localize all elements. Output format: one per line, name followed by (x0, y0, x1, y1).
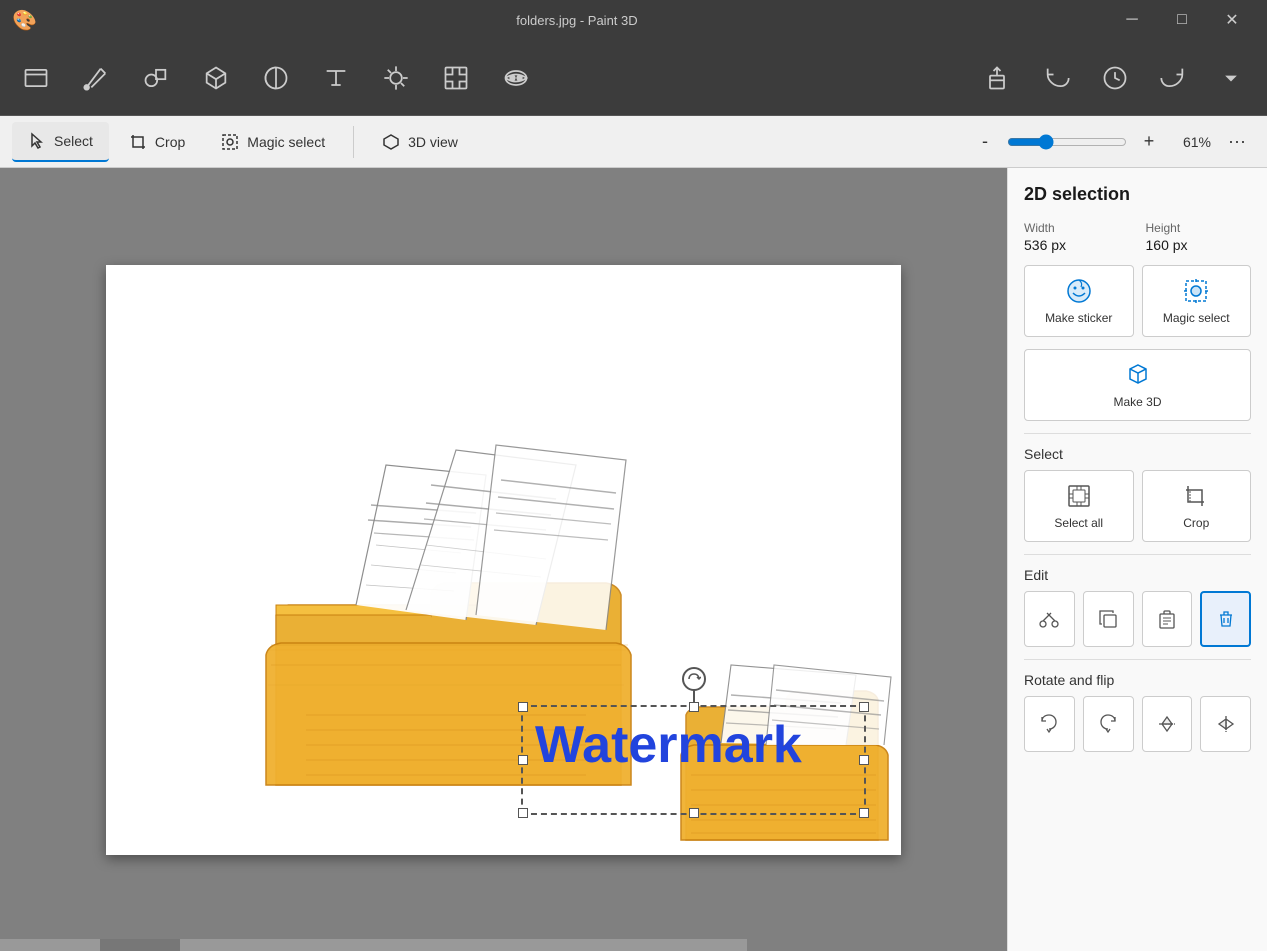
open-button[interactable] (8, 48, 64, 108)
rotate-handle[interactable] (682, 667, 706, 691)
paste-button[interactable] (1142, 591, 1193, 647)
height-value: 160 px (1146, 237, 1252, 253)
3d-view-label: 3D view (408, 134, 458, 150)
rotate-section-label: Rotate and flip (1024, 672, 1251, 688)
rotate-grid (1024, 696, 1251, 752)
edit-section-label: Edit (1024, 567, 1251, 583)
more-options-button[interactable]: ··· (1219, 124, 1255, 160)
minimize-button[interactable]: ─ (1109, 4, 1155, 36)
handle-top-left[interactable] (518, 702, 528, 712)
zoom-in-button[interactable]: + (1135, 128, 1163, 156)
flip-vertical-button[interactable] (1142, 696, 1193, 752)
shapes-button[interactable] (128, 48, 184, 108)
magic-select-button[interactable]: Magic select (205, 122, 341, 162)
tools-grid: Make sticker Magic select (1024, 265, 1251, 337)
width-field: Width 536 px (1024, 221, 1130, 253)
select-grid: Select all Crop (1024, 470, 1251, 542)
height-field: Height 160 px (1146, 221, 1252, 253)
width-value: 536 px (1024, 237, 1130, 253)
height-label: Height (1146, 221, 1252, 235)
canvas-wrapper: Watermark (106, 265, 901, 855)
divider-2 (1024, 554, 1251, 555)
select-section-label: Select (1024, 446, 1251, 462)
width-label: Width (1024, 221, 1130, 235)
close-button[interactable]: ✕ (1209, 4, 1255, 36)
text-button[interactable] (308, 48, 364, 108)
canvas-button[interactable] (428, 48, 484, 108)
flip-horizontal-button[interactable] (1200, 696, 1251, 752)
select-tool-button[interactable]: Select (12, 122, 109, 162)
app-icon: 🎨 (12, 8, 37, 33)
handle-bottom-left[interactable] (518, 808, 528, 818)
crop-panel-label: Crop (1183, 516, 1209, 530)
title-bar: 🎨 folders.jpg - Paint 3D ─ □ ✕ (0, 0, 1267, 40)
panel-title: 2D selection (1024, 184, 1251, 205)
maximize-button[interactable]: □ (1159, 4, 1205, 36)
more-toolbar-button[interactable] (1203, 48, 1259, 108)
sticker-button[interactable] (248, 48, 304, 108)
toolbar-strip (0, 40, 1267, 116)
handle-top-right[interactable] (859, 702, 869, 712)
main-content: Watermark 2D selection Width 536 px Heig… (0, 168, 1267, 951)
make-3d-label: Make 3D (1113, 395, 1161, 409)
canvas-area[interactable]: Watermark (0, 168, 1007, 951)
rotate-right-button[interactable] (1083, 696, 1134, 752)
zoom-percentage: 61% (1171, 134, 1211, 150)
make-sticker-button[interactable]: Make sticker (1024, 265, 1134, 337)
secondary-toolbar: Select Crop Magic select 3D view - + 61%… (0, 116, 1267, 168)
3d-view-button[interactable]: 3D view (366, 122, 474, 162)
crop-panel-button[interactable]: Crop (1142, 470, 1252, 542)
redo-button[interactable] (1145, 48, 1201, 108)
mixed-reality-button[interactable] (488, 48, 544, 108)
zoom-out-button[interactable]: - (971, 128, 999, 156)
window-title: folders.jpg - Paint 3D (45, 13, 1109, 28)
crop-label: Crop (155, 134, 185, 150)
handle-middle-left[interactable] (518, 755, 528, 765)
effects-button[interactable] (368, 48, 424, 108)
make-3d-button[interactable]: Make 3D (1024, 349, 1251, 421)
select-label: Select (54, 133, 93, 149)
divider-3 (1024, 659, 1251, 660)
horizontal-scrollbar[interactable] (0, 939, 747, 951)
cut-button[interactable] (1024, 591, 1075, 647)
make-sticker-label: Make sticker (1045, 311, 1112, 325)
handle-middle-right[interactable] (859, 755, 869, 765)
3d-shapes-button[interactable] (188, 48, 244, 108)
edit-grid (1024, 591, 1251, 647)
dimensions-row: Width 536 px Height 160 px (1024, 221, 1251, 253)
zoom-control: - + 61% ··· (971, 124, 1255, 160)
delete-button[interactable] (1200, 591, 1251, 647)
watermark-text: Watermark (523, 707, 864, 783)
magic-select-panel-label: Magic select (1163, 311, 1230, 325)
select-all-label: Select all (1054, 516, 1103, 530)
history-button[interactable] (1087, 48, 1143, 108)
brushes-button[interactable] (68, 48, 124, 108)
magic-select-panel-button[interactable]: Magic select (1142, 265, 1252, 337)
handle-bottom-middle[interactable] (689, 808, 699, 818)
zoom-slider[interactable] (1007, 134, 1127, 150)
share-button[interactable] (969, 48, 1025, 108)
divider-1 (1024, 433, 1251, 434)
magic-select-label: Magic select (247, 134, 325, 150)
copy-button[interactable] (1083, 591, 1134, 647)
select-all-button[interactable]: Select all (1024, 470, 1134, 542)
rotate-left-button[interactable] (1024, 696, 1075, 752)
undo-button[interactable] (1029, 48, 1085, 108)
crop-tool-button[interactable]: Crop (113, 122, 201, 162)
watermark-selection[interactable]: Watermark (521, 705, 866, 815)
window-controls: ─ □ ✕ (1109, 4, 1255, 36)
handle-top-middle[interactable] (689, 702, 699, 712)
handle-bottom-right[interactable] (859, 808, 869, 818)
right-panel: 2D selection Width 536 px Height 160 px (1007, 168, 1267, 951)
